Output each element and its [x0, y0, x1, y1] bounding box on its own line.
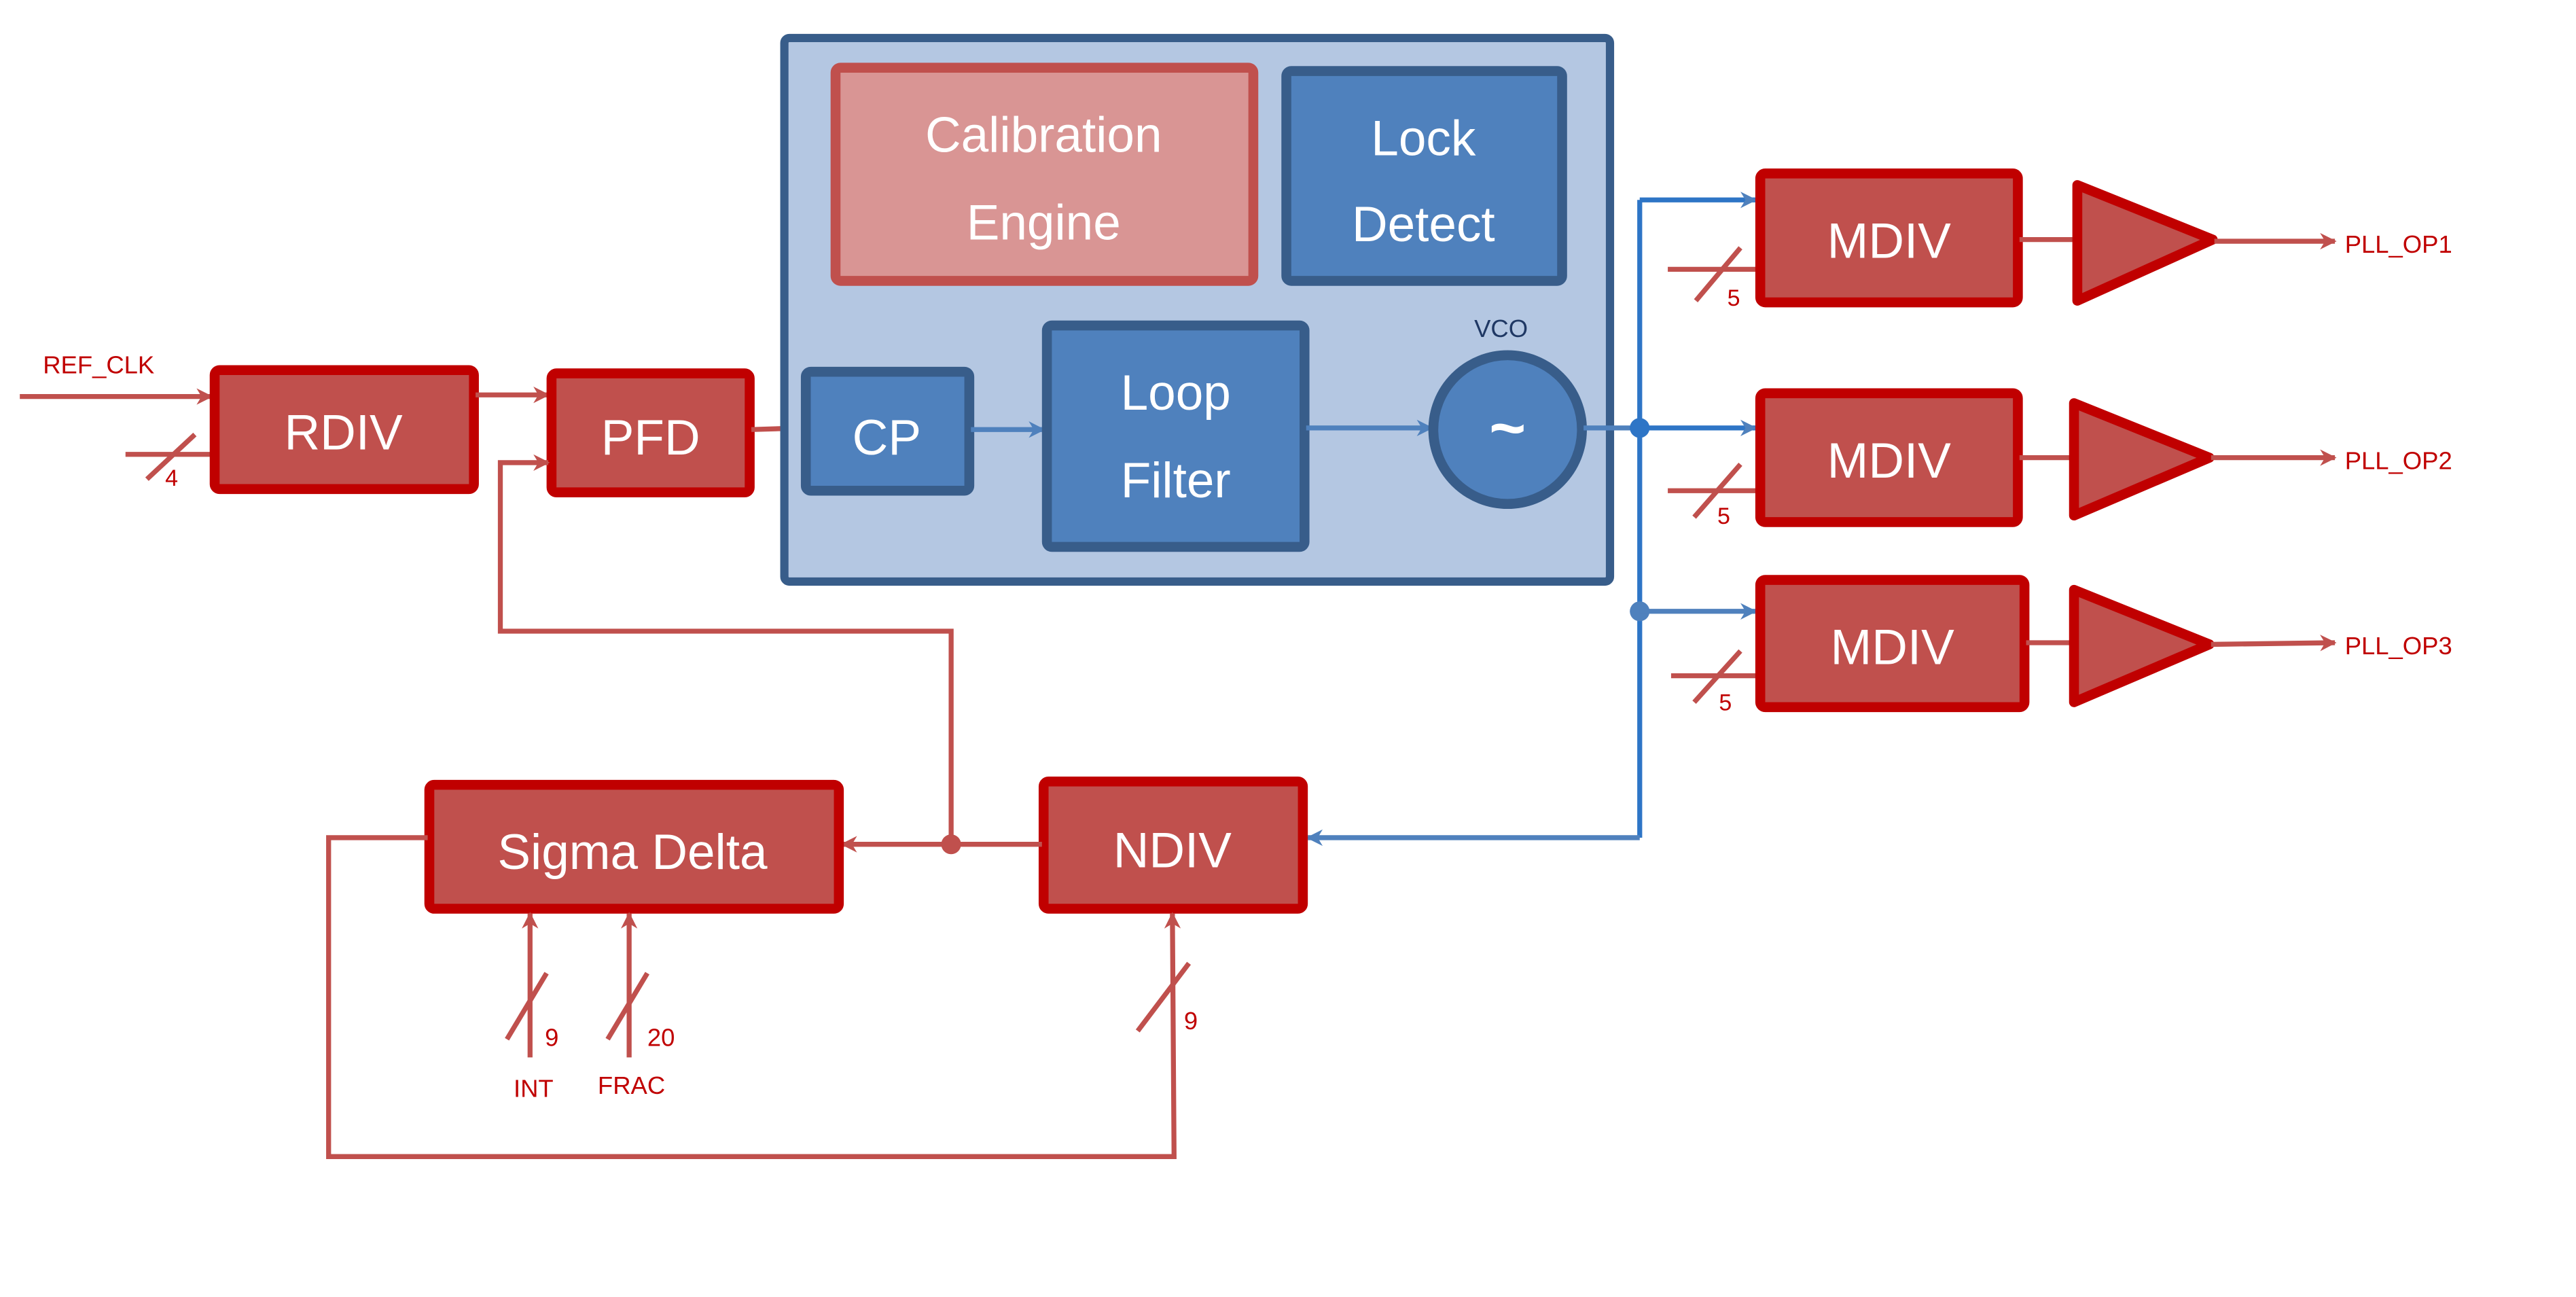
loop-filter-block[interactable]: Loop Filter: [1041, 320, 1310, 552]
cp-block[interactable]: CP: [800, 366, 975, 496]
ref-clk-label: REF_CLK: [43, 351, 154, 379]
lock-detect-label-line2: Detect: [1352, 197, 1495, 252]
rdiv-block[interactable]: RDIV: [209, 365, 479, 495]
output-channel-2: 5 MDIV PLL_OP2: [1668, 388, 2452, 529]
vco-block[interactable]: ~: [1428, 350, 1587, 510]
loop-filter-label-line1: Loop: [1121, 366, 1231, 421]
ndiv-bus-width: 9: [1184, 1007, 1198, 1035]
ndiv-block[interactable]: NDIV: [1038, 776, 1308, 914]
cp-label: CP: [853, 410, 921, 465]
buffer3-triangle-icon: [2069, 584, 2215, 707]
pll-diagram: REF_CLK 4 RDIV PFD Calibration Engine Lo…: [20, 33, 2452, 1159]
mdiv1-block[interactable]: MDIV: [1755, 168, 2023, 308]
vco-symbol-icon: ~: [1489, 392, 1526, 463]
lock-detect-label-line1: Lock: [1371, 111, 1476, 166]
rdiv-label: RDIV: [285, 405, 404, 460]
calibration-engine-block[interactable]: Calibration Engine: [830, 63, 1259, 286]
sigma-delta-block[interactable]: Sigma Delta: [424, 779, 844, 914]
vco-label: VCO: [1474, 315, 1528, 342]
int-label: INT: [514, 1075, 554, 1103]
mdiv1-label: MDIV: [1827, 213, 1952, 268]
mdiv3-bus-width: 5: [1719, 690, 1732, 716]
rdiv-bus-width: 4: [165, 465, 178, 491]
mdiv3-block[interactable]: MDIV: [1755, 575, 2030, 713]
buffer1-triangle-icon: [2072, 180, 2218, 306]
ndiv-label: NDIV: [1113, 823, 1232, 878]
frac-label: FRAC: [598, 1071, 665, 1099]
pll-op3-wire: [2211, 635, 2337, 652]
int-bus-width: 9: [545, 1023, 558, 1051]
pll-op3-label: PLL_OP3: [2345, 632, 2452, 660]
frac-bus-width: 20: [647, 1023, 675, 1051]
mdiv3-label: MDIV: [1831, 620, 1955, 675]
output-channel-1: 5 MDIV PLL_OP1: [1668, 168, 2452, 311]
mdiv2-block[interactable]: MDIV: [1755, 388, 2023, 527]
lock-detect-block[interactable]: Lock Detect: [1281, 66, 1567, 286]
calibration-label-line2: Engine: [967, 196, 1121, 251]
pfd-block[interactable]: PFD: [546, 368, 755, 497]
mdiv2-label: MDIV: [1827, 433, 1952, 488]
pll-op1-label: PLL_OP1: [2345, 230, 2452, 258]
buffer2-triangle-icon: [2069, 398, 2215, 521]
pll-op2-label: PLL_OP2: [2345, 447, 2452, 475]
loop-filter-label-line2: Filter: [1121, 453, 1231, 508]
output-channel-3: 5 MDIV PLL_OP3: [1670, 575, 2452, 716]
mdiv1-bus-width: 5: [1728, 285, 1740, 311]
ndiv-bus-slash: [1135, 961, 1192, 1033]
calibration-label-line1: Calibration: [925, 108, 1162, 163]
sigma-delta-label: Sigma Delta: [497, 825, 768, 880]
int-bus-slash: [505, 972, 549, 1041]
junction-dot: [941, 834, 961, 855]
mdiv2-bus-width: 5: [1717, 503, 1730, 529]
pfd-label: PFD: [601, 410, 700, 465]
